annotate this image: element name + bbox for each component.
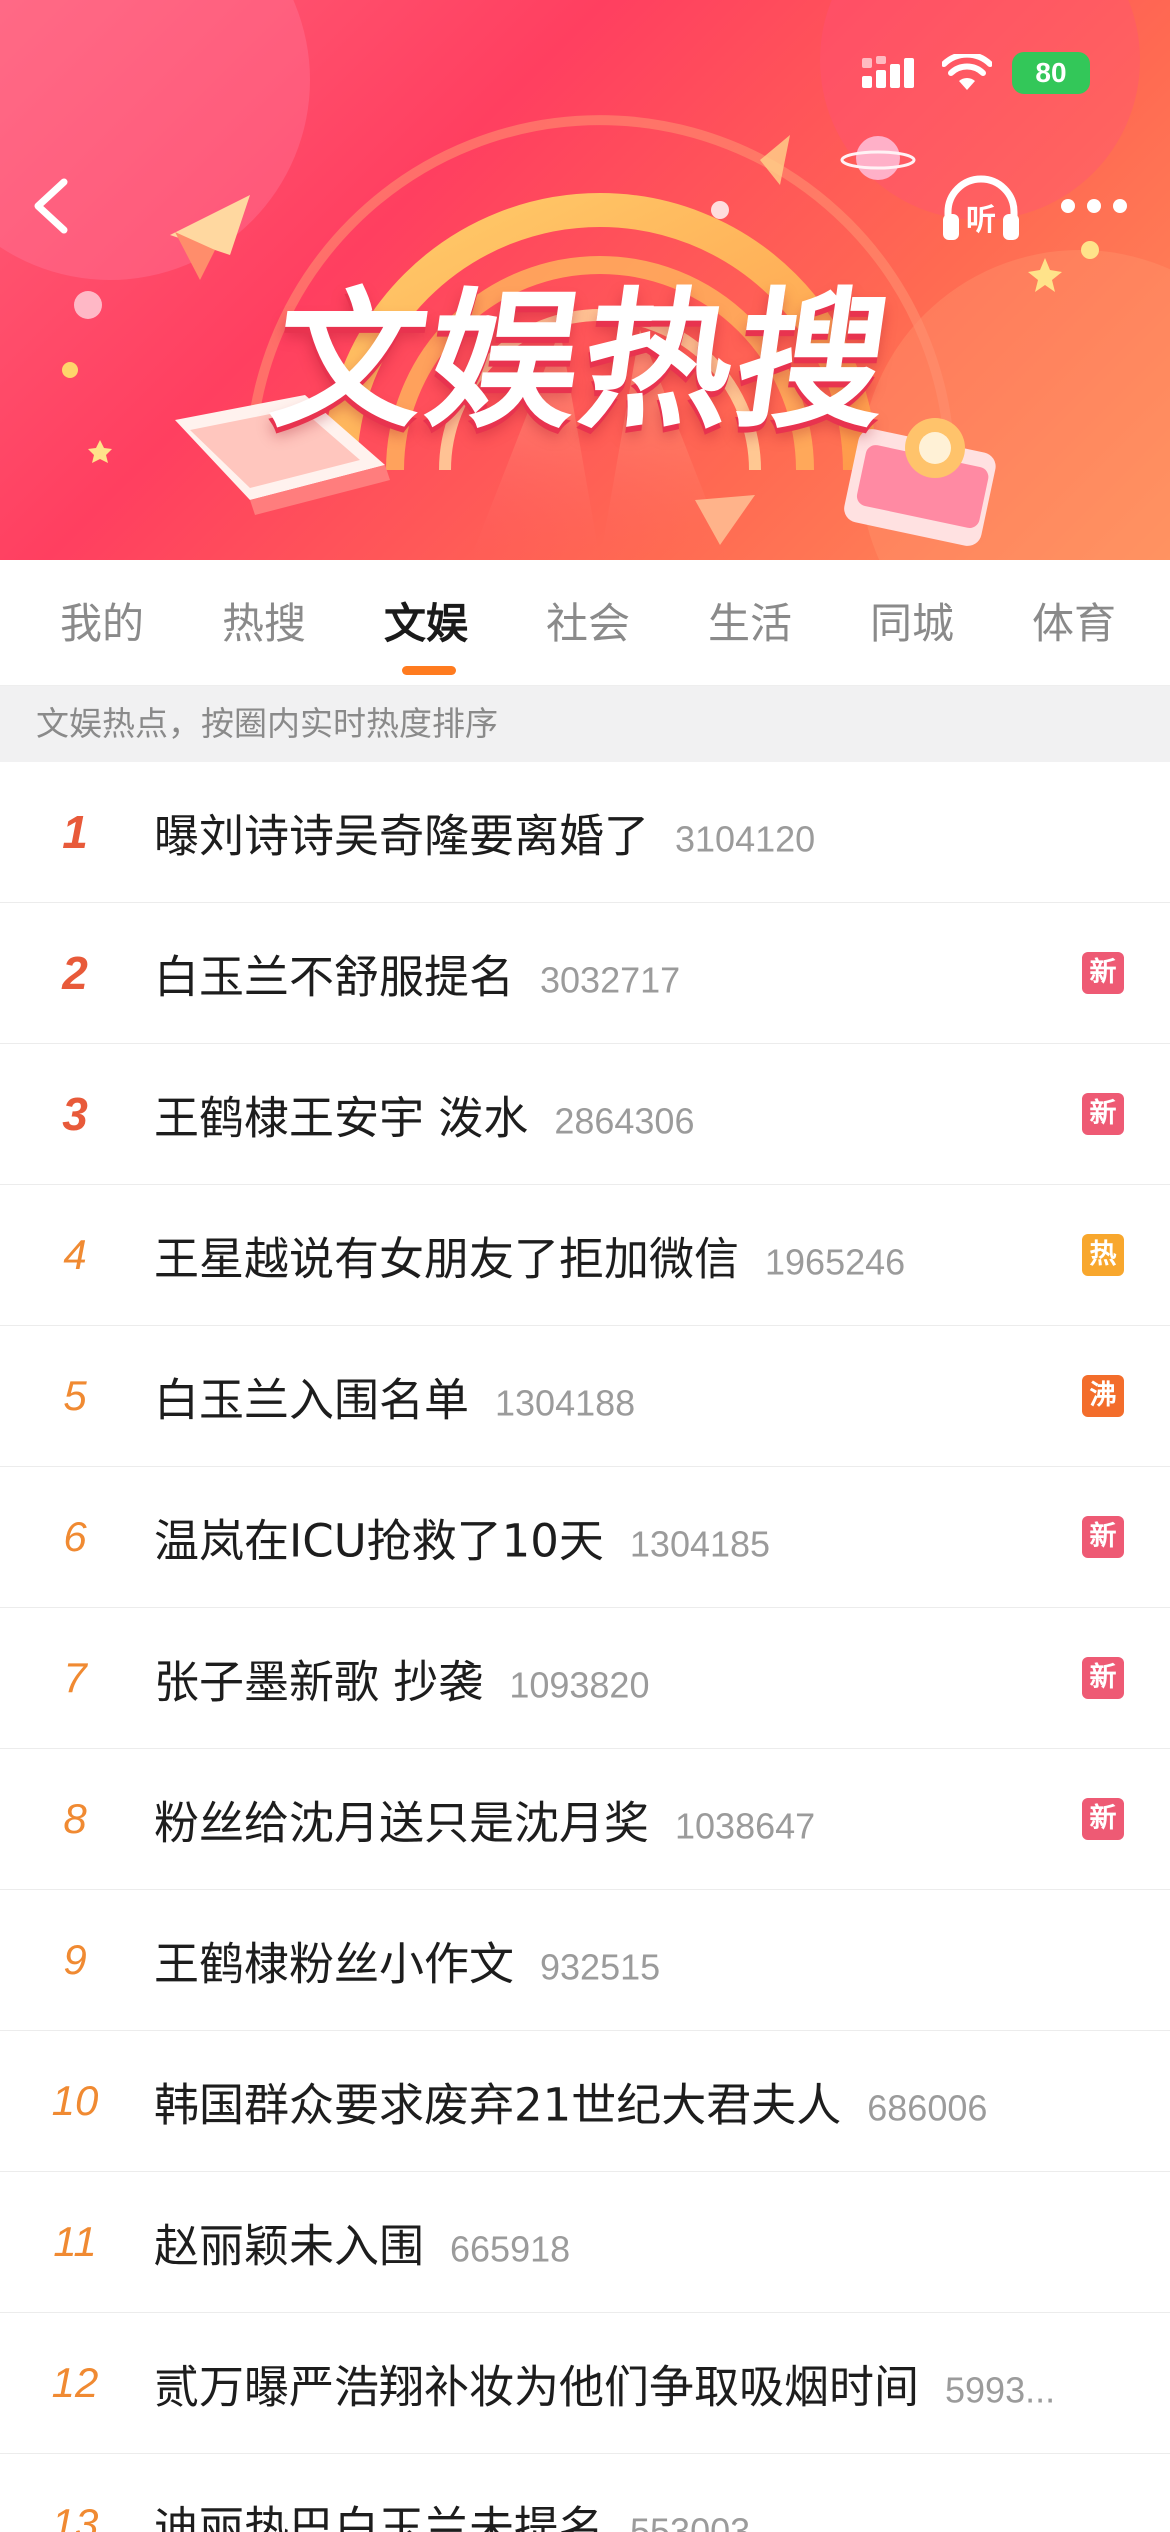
item-text: 王鹤棣王安宇 泼水 2864306 — [154, 1082, 1060, 1147]
status-bar: 80 — [862, 52, 1090, 94]
tab-life[interactable]: 生活 — [708, 590, 792, 651]
rank-number: 4 — [63, 1231, 87, 1278]
tab-society[interactable]: 社会 — [546, 590, 630, 651]
active-tab-indicator — [402, 666, 456, 675]
heat-count: 1965246 — [765, 1241, 906, 1283]
rank-number: 5 — [63, 1372, 87, 1419]
heat-count: 686006 — [867, 2087, 988, 2129]
banner-title: 文娱热搜 — [262, 275, 904, 449]
item-title: 王鹤棣王安宇 泼水 — [154, 1091, 529, 1145]
item-text: 迪丽热巴白玉兰未提名 553003 — [154, 2492, 1140, 2532]
banner: 80 听 文娱热搜 — [0, 0, 1170, 560]
listen-button[interactable]: 听 — [940, 172, 1022, 244]
list-item[interactable]: 2 白玉兰不舒服提名 3032717 新 — [0, 903, 1170, 1044]
chevron-left-icon — [34, 178, 68, 234]
rank-number: 9 — [63, 1936, 87, 1983]
list-description: 文娱热点，按圈内实时热度排序 — [0, 686, 1170, 762]
tab-hot-search[interactable]: 热搜 — [222, 590, 306, 651]
hot-search-page: 80 听 文娱热搜 我的 热搜 文娱 社会 生活 同城 体育 文娱热点，按圈内实… — [0, 0, 1170, 2532]
rank-number: 11 — [53, 2218, 97, 2265]
item-title: 赵丽颖未入围 — [154, 2219, 425, 2273]
rank-number: 7 — [63, 1654, 87, 1701]
list-item[interactable]: 9 王鹤棣粉丝小作文 932515 — [0, 1890, 1170, 2031]
item-text: 贰万曝严浩翔补妆为他们争取吸烟时间 5993... — [154, 2351, 1140, 2416]
heat-count: 5993... — [945, 2369, 1056, 2411]
item-title: 张子墨新歌 抄袭 — [154, 1655, 484, 1709]
item-title: 温岚在ICU抢救了10天 — [154, 1514, 604, 1568]
rank-number: 12 — [51, 2359, 99, 2406]
heat-count: 3032717 — [540, 959, 681, 1001]
item-text: 曝刘诗诗吴奇隆要离婚了 3104120 — [154, 800, 1140, 865]
list-item[interactable]: 5 白玉兰入围名单 1304188 沸 — [0, 1326, 1170, 1467]
status-badge: 新 — [1082, 1798, 1124, 1840]
list-item[interactable]: 1 曝刘诗诗吴奇隆要离婚了 3104120 — [0, 762, 1170, 903]
item-title: 韩国群众要求废弃21世纪大君夫人 — [154, 2078, 842, 2132]
item-title: 迪丽热巴白玉兰未提名 — [154, 2501, 605, 2532]
list-item[interactable]: 7 张子墨新歌 抄袭 1093820 新 — [0, 1608, 1170, 1749]
item-title: 曝刘诗诗吴奇隆要离婚了 — [154, 809, 650, 863]
heat-count: 2864306 — [554, 1100, 695, 1142]
status-badge: 热 — [1082, 1234, 1124, 1276]
status-badge: 新 — [1082, 952, 1124, 994]
heat-count: 553003 — [630, 2510, 751, 2532]
category-tabs: 我的 热搜 文娱 社会 生活 同城 体育 — [0, 560, 1170, 686]
item-title: 白玉兰入围名单 — [154, 1373, 470, 1427]
rank-number: 3 — [62, 1088, 88, 1140]
item-title: 白玉兰不舒服提名 — [154, 950, 515, 1004]
status-badge: 新 — [1082, 1657, 1124, 1699]
list-item[interactable]: 4 王星越说有女朋友了拒加微信 1965246 热 — [0, 1185, 1170, 1326]
list-item[interactable]: 3 王鹤棣王安宇 泼水 2864306 新 — [0, 1044, 1170, 1185]
list-item[interactable]: 6 温岚在ICU抢救了10天 1304185 新 — [0, 1467, 1170, 1608]
tab-local[interactable]: 同城 — [870, 590, 954, 651]
status-badge: 沸 — [1082, 1375, 1124, 1417]
item-text: 韩国群众要求废弃21世纪大君夫人 686006 — [154, 2069, 1140, 2134]
item-text: 温岚在ICU抢救了10天 1304185 — [154, 1505, 1060, 1570]
rank-number: 8 — [63, 1795, 87, 1842]
wifi-icon — [942, 54, 992, 90]
item-text: 王鹤棣粉丝小作文 932515 — [154, 1928, 1140, 1993]
headphones-icon: 听 — [943, 175, 1019, 240]
item-text: 王星越说有女朋友了拒加微信 1965246 — [154, 1223, 1060, 1288]
rank-number: 10 — [51, 2077, 99, 2124]
rank-number: 1 — [62, 806, 88, 858]
more-dots-icon — [1061, 199, 1127, 213]
listen-label: 听 — [966, 203, 996, 238]
item-text: 粉丝给沈月送只是沈月奖 1038647 — [154, 1787, 1060, 1852]
item-title: 王星越说有女朋友了拒加微信 — [154, 1232, 740, 1286]
heat-count: 932515 — [540, 1946, 661, 1988]
tab-entertainment[interactable]: 文娱 — [384, 590, 468, 651]
item-title: 贰万曝严浩翔补妆为他们争取吸烟时间 — [154, 2360, 920, 2414]
tab-sports[interactable]: 体育 — [1032, 590, 1116, 651]
heat-count: 1304185 — [629, 1523, 771, 1565]
list-item[interactable]: 12 贰万曝严浩翔补妆为他们争取吸烟时间 5993... — [0, 2313, 1170, 2454]
item-text: 赵丽颖未入围 665918 — [154, 2210, 1140, 2275]
more-button[interactable] — [1056, 186, 1132, 226]
battery-level: 80 — [1035, 57, 1067, 88]
status-badge: 新 — [1082, 1516, 1124, 1558]
heat-count: 1038647 — [675, 1805, 816, 1847]
list-item[interactable]: 11 赵丽颖未入围 665918 — [0, 2172, 1170, 2313]
item-text: 白玉兰不舒服提名 3032717 — [154, 941, 1060, 1006]
item-text: 张子墨新歌 抄袭 1093820 — [154, 1646, 1060, 1711]
list-item[interactable]: 8 粉丝给沈月送只是沈月奖 1038647 新 — [0, 1749, 1170, 1890]
status-badge: 新 — [1082, 1093, 1124, 1135]
cellular-signal-icon — [862, 56, 914, 88]
list-item[interactable]: 10 韩国群众要求废弃21世纪大君夫人 686006 — [0, 2031, 1170, 2172]
item-title: 粉丝给沈月送只是沈月奖 — [154, 1796, 650, 1850]
item-text: 白玉兰入围名单 1304188 — [154, 1364, 1060, 1429]
battery-indicator: 80 — [1012, 52, 1090, 94]
tab-mine[interactable]: 我的 — [60, 590, 144, 651]
heat-count: 3104120 — [675, 818, 816, 860]
back-button[interactable] — [22, 176, 82, 236]
heat-count: 1093820 — [509, 1664, 650, 1706]
item-title: 王鹤棣粉丝小作文 — [154, 1937, 515, 1991]
rank-number: 2 — [62, 947, 88, 999]
hot-search-list: 1 曝刘诗诗吴奇隆要离婚了 3104120 2 白玉兰不舒服提名 3032717 新 3 王鹤棣… — [0, 762, 1170, 2532]
heat-count: 665918 — [450, 2228, 571, 2270]
rank-number: 6 — [63, 1513, 87, 1560]
rank-number: 13 — [51, 2500, 99, 2532]
list-item[interactable]: 13 迪丽热巴白玉兰未提名 553003 — [0, 2454, 1170, 2532]
heat-count: 1304188 — [495, 1382, 636, 1424]
